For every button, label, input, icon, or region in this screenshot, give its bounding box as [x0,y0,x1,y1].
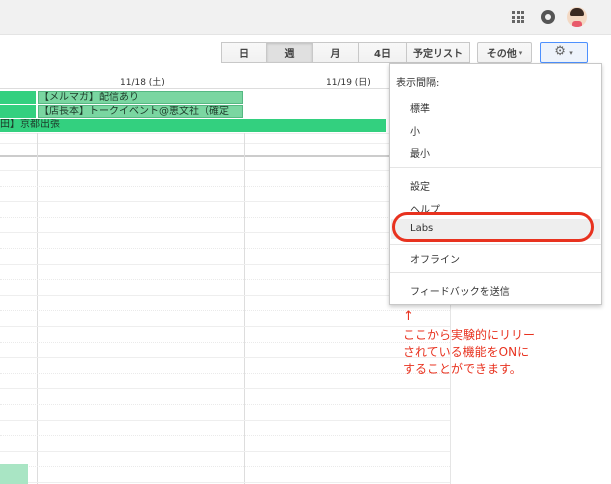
annotation-line: することができます。 [403,362,522,376]
event-chip[interactable]: 【メルマガ】配信あり [38,91,243,104]
chevron-down-icon: ▾ [518,48,523,57]
notifications-icon[interactable] [541,10,555,24]
hour-gridline [0,264,450,265]
hour-gridline [0,248,450,250]
divider [390,272,601,273]
hour-gridline [0,357,450,358]
menu-item-density-smallest[interactable]: 最小 [410,145,430,160]
avatar[interactable] [567,7,587,27]
hour-gridline [0,232,450,233]
hour-gridline [0,201,450,202]
divider [0,88,450,89]
hour-gridline [0,420,450,421]
hour-gridline [0,388,450,389]
event-chip[interactable] [0,105,36,118]
hour-gridline [0,326,450,327]
menu-item-offline[interactable]: オフライン [410,251,460,266]
event-chip[interactable]: 田】京都出張 [0,119,386,132]
settings-menu: 表示間隔: 標準 小 最小 設定 ヘルプ Labs オフライン フィードバックを… [389,63,602,305]
divider [390,167,601,168]
hour-gridline [0,217,450,219]
highlight-circle [392,212,594,242]
hour-gridline [0,186,450,188]
hour-gridline [0,435,450,437]
apps-grid-icon[interactable] [512,11,524,23]
event-chip[interactable] [0,464,28,484]
hour-gridline [0,279,450,281]
day-header[interactable]: 11/18 (土) [120,75,165,88]
hour-gridline [0,451,450,452]
view-week-button[interactable]: 週 [266,42,313,63]
menu-section-header: 表示間隔: [396,78,440,89]
annotation-line: ここから実験的にリリー [403,328,536,342]
arrow-up-icon: ↑ [403,309,414,324]
menu-item-density-small[interactable]: 小 [410,123,420,138]
divider [0,143,450,144]
gear-icon [554,44,567,59]
divider [0,133,450,134]
hour-gridline [0,342,450,344]
divider [0,155,450,157]
view-month-button[interactable]: 月 [312,42,359,63]
hour-gridline [0,482,450,483]
menu-item-settings[interactable]: 設定 [410,178,430,193]
menu-item-density-standard[interactable]: 標準 [410,100,430,115]
hour-gridline [0,310,450,312]
hour-gridline [0,295,450,296]
event-chip[interactable]: 【店長本】トークイベント@恵文社（確定 [38,105,243,118]
hour-gridline [0,404,450,406]
more-label: その他 [486,49,517,60]
hour-gridline [0,373,450,375]
day-header[interactable]: 11/19 (日) [326,75,371,88]
view-4days-button[interactable]: 4日 [358,42,407,63]
divider [390,244,601,245]
event-chip[interactable] [0,91,36,104]
top-bar [0,0,611,35]
view-agenda-button[interactable]: 予定リスト [406,42,470,63]
menu-item-feedback[interactable]: フィードバックを送信 [410,283,510,298]
hour-gridline [0,170,450,171]
annotation-note: ここから実験的にリリー されている機能をONに することができます。 [403,327,583,378]
settings-button[interactable]: ▾ [540,42,588,63]
view-day-button[interactable]: 日 [221,42,267,63]
hour-gridline [0,466,450,468]
annotation-line: されている機能をONに [403,345,530,359]
more-button[interactable]: その他 ▾ [477,42,532,63]
chevron-down-icon: ▾ [569,48,573,57]
